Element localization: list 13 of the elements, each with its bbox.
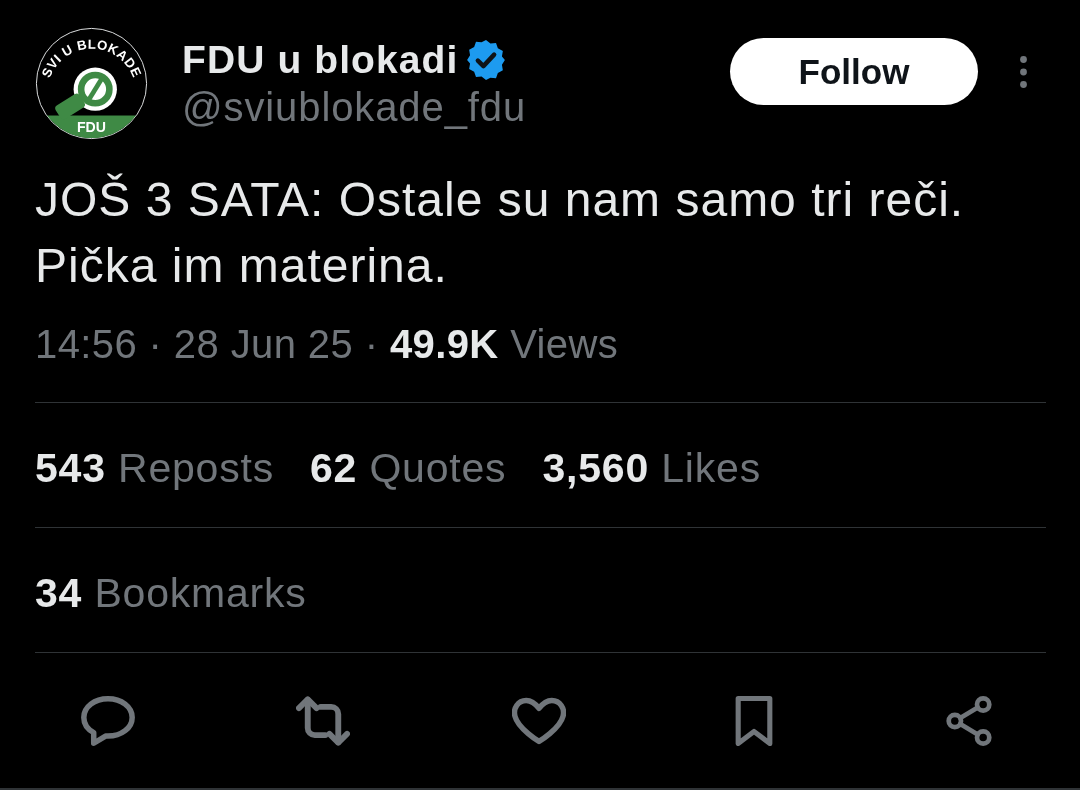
display-name[interactable]: FDU u blokadi <box>182 37 459 83</box>
more-icon[interactable] <box>1020 56 1027 88</box>
stat-link[interactable]: 62 Quotes <box>310 444 507 492</box>
stat-link[interactable]: 34 Bookmarks <box>35 569 307 617</box>
tweet-text: JOŠ 3 SATA: Ostale su nam samo tri reči. Pička im materina. <box>35 172 966 294</box>
follow-button[interactable]: Follow <box>730 38 978 105</box>
speech-bubble-icon[interactable] <box>81 695 135 746</box>
stat-link[interactable]: 3,560 Likes <box>542 444 761 492</box>
user-handle[interactable]: @sviublokade_fdu <box>182 84 730 130</box>
tweet-meta: 14:56 · 28 Jun 25 · 49.9K Views <box>35 321 619 367</box>
cycle-arrows-icon[interactable] <box>296 695 351 746</box>
stat-link[interactable]: 543 Reposts <box>35 444 274 492</box>
heart-icon[interactable] <box>511 695 566 746</box>
